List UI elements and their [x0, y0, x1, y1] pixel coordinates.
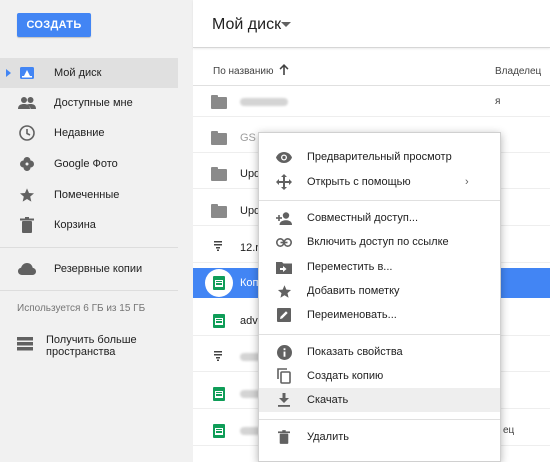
menu-item-rename[interactable]: Переименовать...	[259, 303, 500, 327]
menu-item-preview[interactable]: Предварительный просмотр	[259, 145, 500, 169]
sort-ascending-icon[interactable]	[279, 64, 289, 78]
spreadsheet-icon	[213, 387, 225, 401]
file-name	[240, 96, 288, 108]
header-bar: Мой диск	[193, 0, 550, 48]
menu-item-label: Показать свойства	[307, 346, 403, 358]
drive-icon	[18, 64, 36, 82]
folder-move-icon	[276, 259, 292, 275]
file-owner: ец	[503, 425, 515, 436]
sidebar-item-label: Доступные мне	[54, 97, 133, 109]
sort-by-name-column[interactable]: По названию	[213, 66, 273, 77]
star-icon	[18, 186, 36, 204]
pencil-icon	[276, 307, 292, 323]
file-row[interactable]: я	[193, 87, 550, 117]
folder-icon	[211, 204, 227, 218]
file-name: adv	[240, 315, 258, 327]
trash-icon	[18, 216, 36, 234]
menu-item-details[interactable]: Показать свойства	[259, 340, 500, 364]
text-file-icon	[214, 350, 230, 364]
create-button[interactable]: СОЗДАТЬ	[17, 13, 91, 37]
sidebar: СОЗДАТЬ Мой диск Доступные мне Недавние …	[0, 0, 193, 462]
file-name: Коп	[240, 277, 259, 289]
storage-icon	[17, 337, 35, 355]
menu-divider	[259, 334, 500, 335]
eye-icon	[276, 149, 292, 165]
pinwheel-icon	[18, 155, 36, 173]
spreadsheet-icon	[213, 276, 225, 290]
owner-column[interactable]: Владелец	[495, 66, 541, 77]
expand-arrow-icon[interactable]	[6, 69, 11, 77]
folder-icon	[211, 131, 227, 145]
sidebar-item-label: Резервные копии	[54, 263, 143, 275]
menu-item-download[interactable]: Скачать	[259, 388, 500, 412]
menu-item-label: Удалить	[307, 431, 349, 443]
add-person-icon	[276, 210, 292, 226]
submenu-chevron-icon: ›	[465, 176, 469, 188]
page-title[interactable]: Мой диск	[212, 16, 281, 34]
file-owner: я	[495, 96, 501, 107]
sidebar-item-photos[interactable]: Google Фото	[0, 149, 178, 179]
sidebar-item-recent[interactable]: Недавние	[0, 118, 178, 148]
get-more-storage-label: Получить больше пространства	[46, 334, 137, 358]
sidebar-item-shared[interactable]: Доступные мне	[0, 88, 178, 118]
spreadsheet-icon	[213, 314, 225, 328]
file-name: GS	[240, 132, 256, 144]
menu-divider	[259, 419, 500, 420]
menu-item-make-copy[interactable]: Создать копию	[259, 364, 500, 388]
file-name-text: GS	[240, 132, 256, 144]
menu-item-label: Предварительный просмотр	[307, 151, 452, 163]
cloud-icon	[18, 260, 36, 278]
clock-icon	[18, 124, 36, 142]
copy-icon	[276, 368, 292, 384]
file-list-header: По названию Владелец	[193, 56, 550, 86]
menu-item-open-with[interactable]: Открыть с помощью ›	[259, 170, 500, 194]
context-menu: Предварительный просмотр Открыть с помощ…	[258, 132, 501, 462]
sidebar-item-label: Мой диск	[54, 67, 102, 79]
sidebar-item-backups[interactable]: Резервные копии	[0, 254, 178, 284]
sidebar-item-trash[interactable]: Корзина	[0, 210, 178, 240]
menu-item-link-sharing[interactable]: Включить доступ по ссылке	[259, 230, 500, 254]
menu-item-label: Включить доступ по ссылке	[307, 236, 449, 248]
sidebar-item-label: Помеченные	[54, 189, 120, 201]
trash-icon	[276, 429, 292, 445]
menu-divider	[259, 200, 500, 201]
link-icon	[276, 234, 292, 250]
menu-item-label: Переместить в...	[307, 261, 393, 273]
spreadsheet-icon	[213, 424, 225, 438]
sidebar-item-my-drive[interactable]: Мой диск	[0, 58, 178, 88]
menu-item-label: Создать копию	[307, 370, 384, 382]
menu-item-move-to[interactable]: Переместить в...	[259, 255, 500, 279]
text-file-icon	[214, 240, 230, 254]
menu-item-label: Совместный доступ...	[307, 212, 419, 224]
folder-icon	[211, 167, 227, 181]
sidebar-item-starred[interactable]: Помеченные	[0, 180, 178, 210]
menu-item-delete[interactable]: Удалить	[259, 425, 500, 449]
star-icon	[276, 283, 292, 299]
sidebar-item-label: Недавние	[54, 127, 105, 139]
menu-item-label: Скачать	[307, 394, 349, 406]
download-icon	[276, 392, 292, 408]
chevron-down-icon[interactable]	[281, 22, 291, 27]
sidebar-divider	[0, 290, 178, 291]
redacted-name	[240, 98, 288, 107]
menu-item-share[interactable]: Совместный доступ...	[259, 206, 500, 230]
people-icon	[18, 94, 36, 112]
sidebar-item-label: Google Фото	[54, 158, 118, 170]
menu-item-label: Добавить пометку	[307, 285, 400, 297]
folder-icon	[211, 95, 227, 109]
menu-item-add-star[interactable]: Добавить пометку	[259, 279, 500, 303]
menu-item-label: Переименовать...	[307, 309, 397, 321]
sidebar-item-label: Корзина	[54, 219, 96, 231]
sidebar-divider	[0, 247, 178, 248]
selection-check[interactable]	[205, 269, 233, 297]
get-more-storage-link[interactable]: Получить больше пространства	[17, 334, 177, 358]
storage-usage-text: Используется 6 ГБ из 15 ГБ	[17, 303, 146, 314]
file-name: 12.r	[240, 242, 259, 254]
info-icon	[276, 344, 292, 360]
menu-item-label: Открыть с помощью	[307, 176, 411, 188]
move-arrows-icon	[276, 174, 292, 190]
